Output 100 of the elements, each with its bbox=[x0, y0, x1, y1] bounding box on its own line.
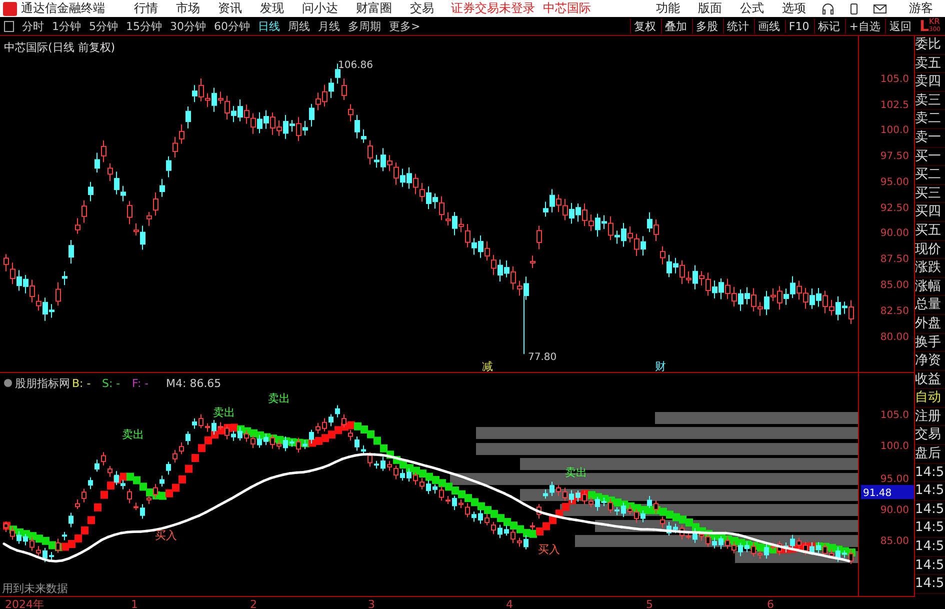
date-axis-label: 1 bbox=[131, 598, 138, 609]
indicator-name: 股朋指标网 bbox=[15, 377, 70, 390]
legend-label: S: - bbox=[102, 377, 120, 390]
quote-field-label: 卖三 bbox=[915, 92, 945, 110]
legend-label: F: - bbox=[132, 377, 149, 390]
quote-field-label: 买四 bbox=[915, 203, 945, 222]
current-value-tag: 91.48 bbox=[861, 485, 914, 499]
quote-field-label: 卖五 bbox=[915, 54, 945, 74]
quote-field-label: 净资 bbox=[915, 352, 945, 371]
quote-field-label: 收益 bbox=[915, 370, 945, 390]
period-tab[interactable]: 15分钟 bbox=[126, 18, 162, 34]
price-axis-label: 90.00 bbox=[880, 228, 910, 239]
menu-item[interactable]: 公式 bbox=[740, 0, 764, 17]
menu-item[interactable]: 资讯 bbox=[218, 0, 242, 17]
date-axis-label: 5 bbox=[646, 598, 653, 609]
toolbar-button[interactable]: 叠加 bbox=[660, 18, 690, 34]
quote-field-label: 14:5 bbox=[915, 556, 945, 576]
period-tab[interactable]: 月线 bbox=[318, 18, 340, 34]
period-tab[interactable]: 5分钟 bbox=[89, 18, 118, 34]
quote-field-label: 14:5 bbox=[915, 464, 945, 482]
price-axis-label: 100.0 bbox=[880, 125, 910, 136]
price-axis-label: 102.5 bbox=[880, 100, 910, 111]
price-axis-label: 97.50 bbox=[880, 151, 910, 162]
m4-value: M4: 86.65 bbox=[166, 377, 222, 390]
toolbar-button[interactable]: 标记 bbox=[814, 18, 844, 34]
period-tab[interactable]: 分时 bbox=[22, 18, 44, 34]
toolbar-button[interactable]: 统计 bbox=[722, 18, 752, 34]
period-tab[interactable]: 日线 bbox=[258, 18, 280, 34]
toolbar-button[interactable]: 返回 bbox=[885, 18, 914, 34]
date-axis-label: 2024年 bbox=[5, 598, 44, 609]
period-tab[interactable]: 60分钟 bbox=[214, 18, 250, 34]
quote-field-label: 自动 bbox=[915, 389, 945, 408]
menu-item[interactable]: 交易 bbox=[410, 0, 434, 17]
date-axis-label: 2 bbox=[250, 598, 257, 609]
price-axis-label: 85.00 bbox=[880, 280, 910, 291]
indicator-axis-label: 105.0 bbox=[880, 410, 910, 421]
quote-field-label: 注册 bbox=[915, 408, 945, 426]
quote-field-label: 14:5 bbox=[915, 519, 945, 538]
menu-item[interactable]: 问小达 bbox=[302, 0, 338, 17]
toolbar-button[interactable]: F10 bbox=[784, 20, 812, 32]
quote-field-label: 交易 bbox=[915, 426, 945, 446]
menu-item[interactable]: 功能 bbox=[656, 0, 680, 17]
date-axis-label: 6 bbox=[767, 598, 774, 609]
price-axis-label: 95.00 bbox=[880, 177, 910, 188]
quote-field-label: 14:5 bbox=[915, 482, 945, 501]
signal-label: 卖出 bbox=[268, 392, 290, 405]
indicator-axis-label: 95.00 bbox=[880, 474, 910, 485]
period-tab[interactable]: 1分钟 bbox=[52, 18, 81, 34]
menu-item[interactable]: 选项 bbox=[782, 0, 806, 17]
indicator-axis-label: 85.00 bbox=[880, 536, 910, 547]
level-letter: L bbox=[919, 17, 929, 35]
app-title: 通达信金融终端 bbox=[21, 0, 105, 17]
period-tab[interactable]: 更多> bbox=[389, 18, 420, 34]
menu-item[interactable]: 财富圈 bbox=[356, 0, 392, 17]
user-label[interactable]: 游客 bbox=[909, 0, 933, 17]
event-mark: 减 bbox=[482, 360, 493, 372]
menu-item[interactable]: 版面 bbox=[698, 0, 722, 17]
toolbar-button[interactable]: +自选 bbox=[845, 18, 884, 34]
quote-field-label: 买五 bbox=[915, 222, 945, 241]
stock-name: 中芯国际 bbox=[543, 0, 591, 17]
signal-label: 卖出 bbox=[213, 406, 235, 419]
quote-field-label: 买三 bbox=[915, 184, 945, 204]
indicator-axis-label: 100.0 bbox=[880, 441, 910, 452]
future-data-note: 用到未来数据 bbox=[2, 582, 68, 595]
price-axis-label: 87.50 bbox=[880, 254, 910, 265]
quote-field-label: 卖四 bbox=[915, 73, 945, 92]
event-mark: 财 bbox=[655, 360, 666, 372]
date-axis-label: 4 bbox=[506, 598, 513, 609]
quote-field-label: 买二 bbox=[915, 166, 945, 185]
signal-label: 买入 bbox=[538, 543, 560, 556]
login-notice: 证券交易未登录 bbox=[451, 0, 535, 17]
high-price-label: 106.86 bbox=[338, 60, 373, 71]
date-axis-label: 3 bbox=[368, 598, 375, 609]
signal-label: 卖出 bbox=[122, 428, 144, 441]
price-axis-label: 92.50 bbox=[880, 203, 910, 214]
quote-field-label: 盘后 bbox=[915, 445, 945, 464]
period-tab[interactable]: 30分钟 bbox=[170, 18, 206, 34]
price-axis-label: 105.0 bbox=[880, 74, 910, 85]
quote-field-label: 涨幅 bbox=[915, 278, 945, 296]
quote-field-label: 现价 bbox=[915, 240, 945, 260]
chart-title: 中芯国际(日线 前复权) bbox=[4, 41, 116, 54]
quote-field-label: 卖一 bbox=[915, 128, 945, 148]
period-tab[interactable]: 多周期 bbox=[348, 18, 381, 34]
menu-item[interactable]: 行情 bbox=[134, 0, 158, 17]
quote-field-label: 14:5 bbox=[915, 500, 945, 520]
quote-field-label: 换手 bbox=[915, 334, 945, 352]
period-tab[interactable]: 周线 bbox=[288, 18, 310, 34]
quote-field-label: 涨跌 bbox=[915, 259, 945, 278]
level-code: KR bbox=[929, 18, 941, 26]
quote-field-label: 14:5 bbox=[915, 538, 945, 557]
toolbar-button[interactable]: 多股 bbox=[692, 18, 721, 34]
toolbar-button[interactable]: 画线 bbox=[754, 18, 783, 34]
price-axis-label: 80.00 bbox=[880, 332, 910, 343]
menu-item[interactable]: 发现 bbox=[260, 0, 284, 17]
menu-item[interactable]: 市场 bbox=[176, 0, 200, 17]
price-axis-label: 82.50 bbox=[880, 306, 910, 317]
low-price-label: 77.80 bbox=[528, 352, 557, 363]
signal-label: 买入 bbox=[155, 529, 177, 542]
signal-label: 卖出 bbox=[565, 466, 587, 479]
toolbar-button[interactable]: 复权 bbox=[630, 18, 659, 34]
